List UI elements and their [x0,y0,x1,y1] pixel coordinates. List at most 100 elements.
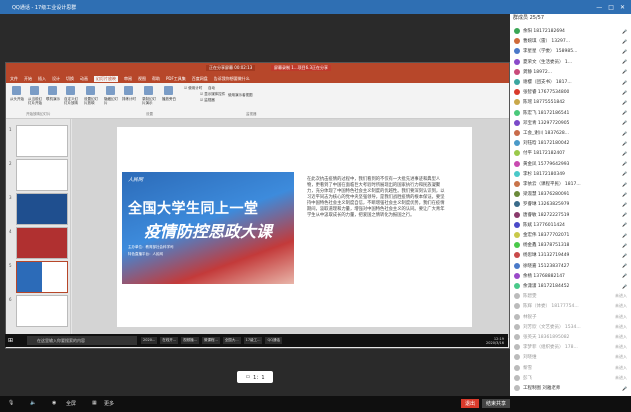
taskbar-app[interactable]: QQ通话 [265,337,282,344]
ribbon-tab[interactable]: 设计 [52,76,60,82]
member-row[interactable]: 余杨 13768882147 🎤 [510,271,631,281]
close-icon[interactable]: ✕ [620,4,625,11]
ribbon-button-icon[interactable] [86,86,95,95]
member-row[interactable]: 黄金凤 15779642993 🎤 [510,159,631,169]
ribbon-button-icon[interactable] [106,86,115,95]
ribbon-tab[interactable]: 百度网盘 [192,76,208,82]
member-row[interactable]: 付平 18172182407 🎤 [510,148,631,158]
member-status: 未进入 [615,364,627,370]
member-row[interactable]: 刘钰晗 18172180042 🎤 [510,138,631,148]
member-name: 陈斌 13776011424 [523,222,565,228]
slide-body-text[interactable]: 在此次抗击疫情的过程中，我们看到的不仅有一大批先进事迹和典型人物，更看到了中国在… [307,177,447,219]
slide[interactable]: 人民网 全国大学生同上一堂 疫情防控思政大课 主办单位：教育部社会科学司 特色直… [117,127,472,327]
ribbon-tab[interactable]: 动画 [80,76,88,82]
ribbon-tab[interactable]: 开始 [24,76,32,82]
member-row[interactable]: 龚静 18972... 🎤 [510,67,631,77]
fullscreen-button[interactable]: 全屏 [66,400,76,407]
ribbon-button-icon[interactable] [66,86,75,95]
member-row[interactable]: 陈斌 13776011424 🎤 [510,220,631,230]
member-row[interactable]: 彭飞 未进入 [510,373,631,383]
zoom-ratio-button[interactable]: ▭ 1：1 [237,371,273,383]
slide-thumbnail[interactable] [16,295,68,327]
ribbon-tab[interactable]: 文件 [10,76,18,82]
member-row[interactable]: 徐晓嘉 15123837427 🎤 [510,261,631,271]
member-row[interactable]: 工程制图 刘雅老师 🎤 [510,383,631,393]
taskbar-search[interactable]: 在这里输入你要搜索的内容 [27,336,138,345]
member-row[interactable]: 邓宝青 13297720905 🎤 [510,118,631,128]
taskbar-app[interactable]: 在线开... [160,337,179,344]
ribbon-button-icon[interactable] [12,86,21,95]
end-share-button[interactable]: 结束共享 [482,399,511,408]
member-row[interactable]: 杨思琳 13132719449 🎤 [510,250,631,260]
windows-start-icon[interactable]: ⊞ [8,337,13,344]
slide-thumbnail[interactable] [16,193,68,225]
member-row[interactable]: 余阳 18172182694 🎤 [510,26,631,36]
ribbon-button-icon[interactable] [48,86,57,95]
member-row[interactable]: 杨金鑫 18378751318 🎤 [510,240,631,250]
member-row[interactable]: 张智睿 17677534800 🎤 [510,87,631,97]
slide-thumbnail[interactable] [16,159,68,191]
more-button[interactable]: 更多 [104,400,114,407]
taskbar-app[interactable]: 视频播... [181,337,199,344]
ribbon-checkbox[interactable]: ☑ 使用计时 [184,86,202,91]
ribbon-tab[interactable]: 审阅 [124,76,132,82]
ribbon-option[interactable]: 自动 [208,86,215,91]
member-row[interactable]: 李梦菲（组织委员） 178... 未进入 [510,342,631,352]
member-row[interactable]: 陈宏飞 18172186541 🎤 [510,108,631,118]
mic-icon: 🎤 [622,242,627,248]
ribbon-button-icon[interactable] [30,86,39,95]
ribbon-button-icon[interactable] [144,86,153,95]
ribbon-button-icon[interactable] [164,86,173,95]
maximize-icon[interactable]: □ [608,4,614,11]
member-row[interactable]: 刘芳欣（文艺委员） 1534... 未进入 [510,322,631,332]
member-row[interactable]: 金宏伟 18377702071 🎤 [510,230,631,240]
ribbon-button-icon[interactable] [124,86,133,95]
member-row[interactable]: 李依云（课程平民） 1817... 🎤 [510,179,631,189]
ribbon-checkbox[interactable]: ☑ 显示媒体控件 [200,92,225,97]
ribbon-tab[interactable]: 帮助 [152,76,160,82]
taskbar-app[interactable]: 2020... [141,337,158,344]
slide-thumbnail[interactable] [16,227,68,259]
member-row[interactable]: 林锐子 未进入 [510,312,631,322]
member-row[interactable]: 刘晓维 未进入 [510,352,631,362]
taskbar-app[interactable]: 17级工... [243,337,263,344]
ribbon-tab[interactable]: PDF工具集 [166,76,186,82]
member-row[interactable]: 黎雪 未进入 [510,363,631,373]
member-row[interactable]: 李星星（学委） 158985... 🎤 [510,46,631,56]
slide-thumbnail[interactable] [16,261,68,293]
member-row[interactable]: 曹婉琪（雷） 13297... 🎤 [510,36,631,46]
taskbar-app[interactable]: 全国大... [222,337,241,344]
member-row[interactable]: 梁淑慧 18376280091 🎤 [510,189,631,199]
member-row[interactable]: 夏荣文（生活委员） 1... 🎤 [510,57,631,67]
member-row[interactable]: 陈辉（体委） 18177754... 未进入 [510,301,631,311]
member-name: 工会_谢川 1837628... [523,131,570,136]
ribbon-tab[interactable]: 告诉我你想要做什么 [214,76,250,82]
avatar [514,221,520,228]
camera-icon[interactable]: ◉ [52,400,56,406]
slide-thumbnail[interactable] [16,125,68,157]
member-row[interactable]: 唐睿敏 18272227519 🎤 [510,210,631,220]
ribbon-checkbox[interactable]: ☑ 监视器 [200,98,215,103]
ribbon-tab[interactable]: 插入 [38,76,46,82]
volume-icon[interactable]: 🔈 [30,400,36,406]
member-row[interactable]: 张英天 18361895082 未进入 [510,332,631,342]
taskbar-app[interactable]: 微课程... [201,337,220,344]
member-row[interactable]: 工会_谢川 1837628... 🎤 [510,128,631,138]
member-row[interactable]: 余潇潇 18172184452 🎤 [510,281,631,291]
minimize-icon[interactable]: — [596,4,602,11]
member-row[interactable]: 谢樱（团支书） 1817... 🎤 [510,77,631,87]
member-row[interactable]: 陈瑶 18775551842 🎤 [510,97,631,107]
member-row[interactable]: 李杉 18172180349 🎤 [510,169,631,179]
mic-icon: 🎤 [622,69,627,75]
invite-icon[interactable]: ▦ [92,400,97,406]
member-row[interactable]: 陈碧雯 未进入 [510,291,631,301]
ribbon-tab[interactable]: 切换 [66,76,74,82]
ribbon-tab[interactable]: 幻灯片放映 [94,75,118,82]
ribbon-option[interactable]: 使用演示者视图 [228,93,253,98]
end-button[interactable]: 退出 [461,399,480,408]
mic-icon[interactable]: 🎙 [8,400,14,406]
avatar [514,313,520,320]
ribbon-tab[interactable]: 视图 [138,76,146,82]
member-row[interactable]: 罗睿琳 13263825979 🎤 [510,199,631,209]
zoom-label: 1：1 [253,374,265,381]
